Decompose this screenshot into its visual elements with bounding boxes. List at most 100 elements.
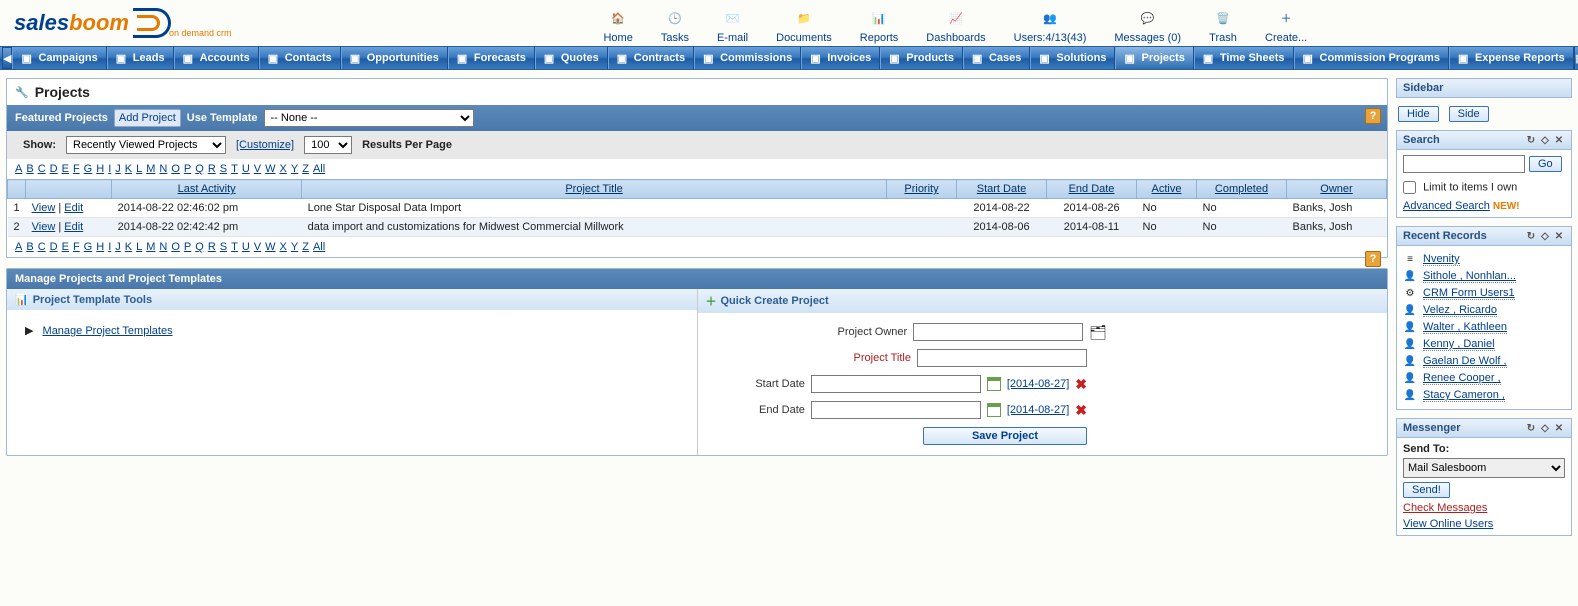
- recent-link[interactable]: Gaelan De Wolf ,: [1423, 355, 1507, 368]
- alpha-link[interactable]: D: [50, 241, 58, 253]
- recent-link[interactable]: Stacy Cameron ,: [1423, 389, 1505, 402]
- topnav-item[interactable]: 📊Reports: [848, 6, 911, 44]
- alpha-link[interactable]: F: [73, 163, 80, 175]
- recent-link[interactable]: Kenny , Daniel: [1423, 338, 1495, 351]
- side-button[interactable]: Side: [1449, 106, 1489, 122]
- alpha-link[interactable]: P: [184, 241, 191, 253]
- alpha-link[interactable]: O: [171, 163, 180, 175]
- alpha-link[interactable]: L: [136, 241, 142, 253]
- alpha-link[interactable]: H: [96, 241, 104, 253]
- edit-link[interactable]: Edit: [64, 202, 83, 214]
- alpha-link[interactable]: C: [38, 163, 46, 175]
- tab-invoices[interactable]: ▣Invoices: [801, 47, 880, 69]
- tab-contracts[interactable]: ▣Contracts: [608, 47, 694, 69]
- refresh-icon[interactable]: ↻: [1525, 134, 1537, 146]
- tab-projects[interactable]: ▣Projects: [1115, 47, 1193, 69]
- close-icon[interactable]: ✕: [1553, 230, 1565, 242]
- manage-templates-link[interactable]: Manage Project Templates: [43, 325, 173, 337]
- alpha-link[interactable]: C: [38, 241, 46, 253]
- title-input[interactable]: [917, 349, 1087, 367]
- show-select[interactable]: Recently Viewed Projects: [66, 136, 226, 154]
- topnav-item[interactable]: 👥Users:4/13(43): [1002, 6, 1099, 44]
- alpha-link[interactable]: X: [280, 241, 287, 253]
- refresh-icon[interactable]: ↻: [1525, 230, 1537, 242]
- customize-link[interactable]: [Customize]: [236, 139, 294, 151]
- topnav-item[interactable]: ✉️E-mail: [705, 6, 760, 44]
- limit-checkbox[interactable]: [1403, 181, 1416, 194]
- alpha-link[interactable]: T: [231, 163, 238, 175]
- alpha-link[interactable]: F: [73, 241, 80, 253]
- go-button[interactable]: Go: [1529, 156, 1562, 172]
- col-start[interactable]: Start Date: [977, 183, 1027, 195]
- tab-forecasts[interactable]: ▣Forecasts: [448, 47, 535, 69]
- alpha-link[interactable]: K: [125, 163, 132, 175]
- expand-icon[interactable]: ◇: [1539, 134, 1551, 146]
- alpha-link[interactable]: U: [242, 163, 250, 175]
- recent-link[interactable]: Sithole , Nonhlan...: [1423, 270, 1516, 283]
- topnav-item[interactable]: 🗑️Trash: [1197, 6, 1249, 44]
- alpha-link[interactable]: K: [125, 241, 132, 253]
- start-input[interactable]: [811, 375, 981, 393]
- tab-campaigns[interactable]: ▣Campaigns: [12, 47, 106, 69]
- alpha-link[interactable]: Y: [291, 163, 298, 175]
- view-link[interactable]: View: [32, 221, 56, 233]
- tab-contacts[interactable]: ▣Contacts: [259, 47, 341, 69]
- recent-link[interactable]: CRM Form Users1: [1423, 287, 1515, 300]
- topnav-item[interactable]: 💬Messages (0): [1102, 6, 1193, 44]
- alpha-link[interactable]: N: [159, 163, 167, 175]
- alpha-link[interactable]: J: [115, 163, 121, 175]
- tab-cases[interactable]: ▣Cases: [963, 47, 1030, 69]
- alpha-link[interactable]: V: [254, 163, 261, 175]
- owner-input[interactable]: [913, 323, 1083, 341]
- send-button[interactable]: Send!: [1403, 482, 1450, 498]
- view-online-link[interactable]: View Online Users: [1403, 518, 1565, 530]
- alpha-link[interactable]: B: [26, 163, 33, 175]
- end-default-link[interactable]: [2014-08-27]: [1007, 404, 1069, 416]
- help-icon[interactable]: ?: [1365, 251, 1381, 267]
- tab-commissions[interactable]: ▣Commissions: [694, 47, 801, 69]
- tab-opportunities[interactable]: ▣Opportunities: [341, 47, 448, 69]
- alpha-link[interactable]: J: [115, 241, 121, 253]
- alpha-link[interactable]: E: [62, 241, 69, 253]
- tab-leads[interactable]: ▣Leads: [107, 47, 174, 69]
- col-priority[interactable]: Priority: [904, 183, 938, 195]
- col-completed[interactable]: Completed: [1215, 183, 1268, 195]
- alpha-link[interactable]: L: [136, 163, 142, 175]
- col-owner[interactable]: Owner: [1320, 183, 1352, 195]
- alpha-link[interactable]: A: [15, 241, 22, 253]
- recent-link[interactable]: Renee Cooper ,: [1423, 372, 1501, 385]
- alpha-link[interactable]: Q: [195, 163, 204, 175]
- alpha-link[interactable]: Y: [291, 241, 298, 253]
- tab-time-sheets[interactable]: ▣Time Sheets: [1194, 47, 1294, 69]
- alpha-link[interactable]: All: [313, 163, 325, 175]
- alpha-link[interactable]: E: [62, 163, 69, 175]
- alpha-link[interactable]: I: [108, 163, 111, 175]
- logo[interactable]: salesboom on demand crm: [0, 0, 251, 46]
- alpha-link[interactable]: Q: [195, 241, 204, 253]
- topnav-item[interactable]: ＋Create...: [1253, 6, 1319, 44]
- alpha-link[interactable]: M: [146, 163, 155, 175]
- recent-link[interactable]: Walter , Kathleen: [1423, 321, 1507, 334]
- close-icon[interactable]: ✕: [1553, 134, 1565, 146]
- add-project-button[interactable]: Add Project: [114, 109, 181, 127]
- recent-link[interactable]: Nvenity: [1423, 253, 1460, 266]
- expand-icon[interactable]: ◇: [1539, 422, 1551, 434]
- alpha-link[interactable]: W: [265, 241, 275, 253]
- end-input[interactable]: [811, 401, 981, 419]
- tab-commission-programs[interactable]: ▣Commission Programs: [1294, 47, 1449, 69]
- alpha-link[interactable]: G: [84, 163, 93, 175]
- alpha-link[interactable]: S: [220, 163, 227, 175]
- tab-quotes[interactable]: ▣Quotes: [535, 47, 608, 69]
- close-icon[interactable]: ✕: [1553, 422, 1565, 434]
- col-active[interactable]: Active: [1152, 183, 1182, 195]
- hide-button[interactable]: Hide: [1398, 106, 1439, 122]
- topnav-item[interactable]: 📁Documents: [764, 6, 844, 44]
- save-project-button[interactable]: Save Project: [923, 427, 1087, 445]
- alpha-link[interactable]: H: [96, 163, 104, 175]
- view-link[interactable]: View: [32, 202, 56, 214]
- refresh-icon[interactable]: ↻: [1525, 422, 1537, 434]
- clear-icon[interactable]: ✖: [1075, 402, 1087, 419]
- topnav-item[interactable]: 📈Dashboards: [914, 6, 997, 44]
- alpha-link[interactable]: Z: [302, 163, 309, 175]
- alpha-link[interactable]: W: [265, 163, 275, 175]
